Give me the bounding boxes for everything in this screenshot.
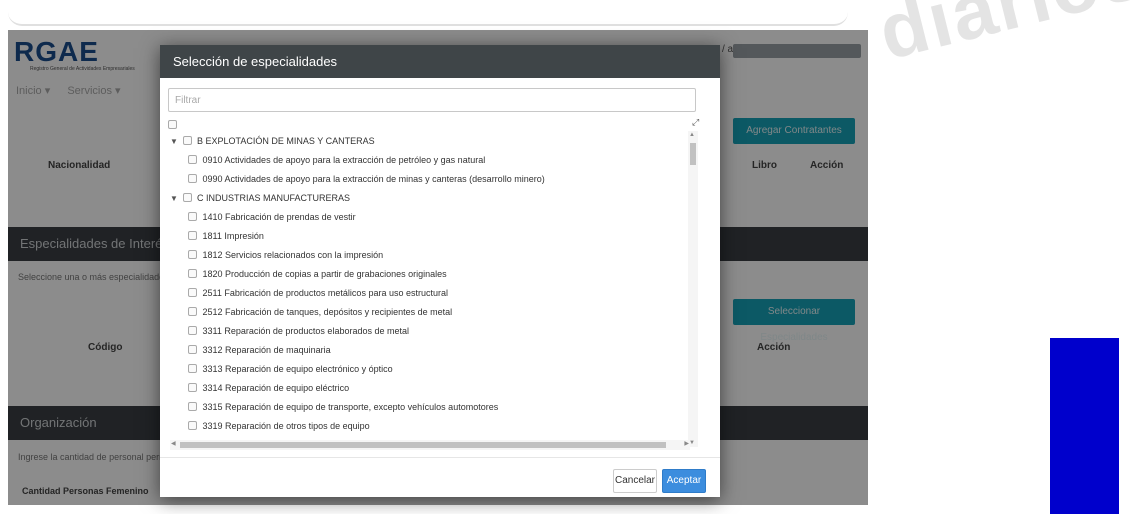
tree-item: 0990 Actividades de apoyo para la extrac… [188, 171, 545, 187]
scroll-right-icon[interactable]: ▶ [684, 440, 689, 447]
item-checkbox[interactable] [188, 364, 197, 373]
vertical-scrollbar[interactable]: ▲ ▼ [688, 131, 698, 447]
tree-item: 1410 Fabricación de prendas de vestir [188, 209, 356, 225]
tree-item: 3315 Reparación de equipo de transporte,… [188, 399, 498, 415]
item-checkbox[interactable] [188, 212, 197, 221]
vertical-scroll-thumb[interactable] [690, 143, 696, 165]
blue-block [1050, 338, 1119, 514]
select-all-checkbox[interactable] [168, 120, 177, 129]
tree-item: 3313 Reparación de equipo electrónico y … [188, 361, 393, 377]
specialty-tree: ▼ B EXPLOTACIÓN DE MINAS Y CANTERAS 0910… [168, 117, 700, 454]
item-label: 3311 Reparación de productos elaborados … [202, 326, 409, 336]
scroll-left-icon[interactable]: ◀ [171, 440, 176, 447]
item-label: 1811 Impresión [202, 231, 264, 241]
item-checkbox[interactable] [188, 288, 197, 297]
item-label: 0910 Actividades de apoyo para la extrac… [202, 155, 486, 165]
item-checkbox[interactable] [188, 383, 197, 392]
item-checkbox[interactable] [188, 345, 197, 354]
item-label: 2511 Fabricación de productos metálicos … [202, 288, 448, 298]
tree-item: 3311 Reparación de productos elaborados … [188, 323, 409, 339]
group-label: B EXPLOTACIÓN DE MINAS Y CANTERAS [197, 136, 375, 146]
modal-footer-divider [160, 457, 720, 458]
especialidades-modal: Selección de especialidades ⤢ ▼ B EXPLOT… [160, 45, 720, 497]
tree-item: 1820 Producción de copias a partir de gr… [188, 266, 447, 282]
tree-item: 2512 Fabricación de tanques, depósitos y… [188, 304, 452, 320]
item-checkbox[interactable] [188, 250, 197, 259]
item-label: 1812 Servicios relacionados con la impre… [202, 250, 384, 260]
item-label: 3319 Reparación de otros tipos de equipo [202, 421, 370, 431]
item-checkbox[interactable] [188, 174, 197, 183]
item-label: 0990 Actividades de apoyo para la extrac… [202, 174, 545, 184]
caret-down-icon[interactable]: ▼ [170, 134, 180, 150]
item-label: 3314 Reparación de equipo eléctrico [202, 383, 350, 393]
item-checkbox[interactable] [188, 307, 197, 316]
horizontal-scroll-thumb[interactable] [180, 442, 666, 448]
item-label: 1820 Producción de copias a partir de gr… [202, 269, 447, 279]
item-checkbox[interactable] [188, 402, 197, 411]
caret-down-icon[interactable]: ▼ [170, 191, 180, 207]
tree-item: 3319 Reparación de otros tipos de equipo [188, 418, 370, 434]
tree-item: 2511 Fabricación de productos metálicos … [188, 285, 448, 301]
cancel-button[interactable]: Cancelar [613, 469, 657, 493]
filter-input[interactable] [168, 88, 696, 112]
accept-button[interactable]: Aceptar [662, 469, 706, 493]
item-label: 3312 Reparación de maquinaria [202, 345, 331, 355]
tree-item: 1811 Impresión [188, 228, 264, 244]
item-checkbox[interactable] [188, 231, 197, 240]
group-checkbox[interactable] [182, 193, 192, 202]
modal-title: Selección de especialidades [173, 54, 338, 69]
tree-group: ▼ C INDUSTRIAS MANUFACTURERAS [170, 190, 350, 206]
tree-item: 0910 Actividades de apoyo para la extrac… [188, 152, 485, 168]
item-checkbox[interactable] [188, 326, 197, 335]
item-checkbox[interactable] [188, 269, 197, 278]
item-label: 1410 Fabricación de prendas de vestir [202, 212, 356, 222]
horizontal-scrollbar[interactable]: ◀ ▶ [170, 440, 690, 450]
group-label: C INDUSTRIAS MANUFACTURERAS [197, 193, 351, 203]
top-frame [8, 0, 848, 26]
select-all-row [168, 117, 180, 133]
item-label: 3313 Reparación de equipo electrónico y … [202, 364, 393, 374]
item-checkbox[interactable] [188, 421, 197, 430]
tree-item: 3312 Reparación de maquinaria [188, 342, 331, 358]
tree-item: 3314 Reparación de equipo eléctrico [188, 380, 349, 396]
item-label: 3315 Reparación de equipo de transporte,… [202, 402, 499, 412]
scroll-up-icon[interactable]: ▲ [689, 132, 695, 138]
group-checkbox[interactable] [182, 136, 192, 145]
watermark: diarios [870, 0, 1133, 77]
tree-group: ▼ B EXPLOTACIÓN DE MINAS Y CANTERAS [170, 133, 375, 149]
modal-header: Selección de especialidades [160, 45, 720, 78]
tree-item: 1812 Servicios relacionados con la impre… [188, 247, 383, 263]
item-checkbox[interactable] [188, 155, 197, 164]
item-label: 2512 Fabricación de tanques, depósitos y… [202, 307, 453, 317]
